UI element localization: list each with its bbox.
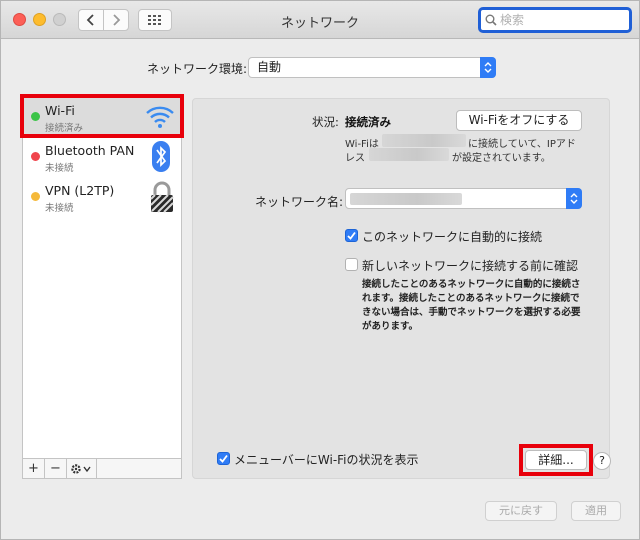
bluetooth-icon <box>152 141 170 172</box>
service-item-vpn-l2tp[interactable]: VPN (L2TP) 未接続 <box>23 177 181 217</box>
gear-icon <box>70 463 91 474</box>
service-status: 未接続 <box>45 203 74 214</box>
remove-service-button[interactable]: − <box>45 459 67 478</box>
show-in-menubar-label[interactable]: メニューバーにWi-Fiの状況を表示 <box>234 451 419 468</box>
ask-to-join-checkbox[interactable] <box>345 258 358 271</box>
service-list: Wi-Fi 接続済み Bluetooth PAN 未接続 VPN (L2TP) … <box>22 96 182 459</box>
search-input[interactable] <box>500 13 620 27</box>
redacted-network-name <box>382 134 466 147</box>
status-label: 状況: <box>312 115 339 129</box>
redacted-ip-address <box>369 148 449 161</box>
title-bar: ネットワーク <box>1 1 639 39</box>
network-preferences-window: ネットワーク ネットワーク環境: 自動 Wi-Fi 接続済み Blue <box>0 0 640 540</box>
turn-wifi-off-button[interactable]: Wi-Fiをオフにする <box>456 110 582 131</box>
service-status: 未接続 <box>45 163 74 174</box>
status-description-part3: レス <box>345 153 365 164</box>
apply-button[interactable]: 適用 <box>571 501 621 521</box>
search-icon <box>485 14 497 26</box>
show-in-menubar-checkbox[interactable] <box>217 452 230 465</box>
network-name-select[interactable] <box>345 188 582 209</box>
add-service-button[interactable]: + <box>23 459 45 478</box>
service-list-toolbar: + − <box>22 459 182 479</box>
help-button[interactable]: ? <box>593 452 611 470</box>
ask-to-join-label[interactable]: 新しいネットワークに接続する前に確認 <box>362 257 578 274</box>
status-value: 接続済み <box>345 115 391 129</box>
status-description-part4: が設定されています。 <box>452 153 551 164</box>
updown-arrows-icon <box>566 188 582 209</box>
ask-to-join-help-text: 接続したことのあるネットワークに自動的に接続されます。接続したことのあるネットワ… <box>362 279 581 332</box>
service-item-bluetooth-pan[interactable]: Bluetooth PAN 未接続 <box>23 137 181 177</box>
advanced-highlight-box <box>519 444 593 476</box>
checkmark-icon <box>347 231 356 240</box>
location-label: ネットワーク環境: <box>147 62 248 76</box>
search-field[interactable] <box>478 7 632 33</box>
network-name-label: ネットワーク名: <box>255 195 344 209</box>
location-value: 自動 <box>257 60 282 74</box>
wifi-highlight-box <box>20 94 184 138</box>
checkmark-icon <box>219 454 228 463</box>
updown-arrows-icon <box>480 57 496 78</box>
redacted-ssid <box>350 193 462 205</box>
status-dot <box>31 192 40 201</box>
action-menu-button[interactable] <box>67 459 97 478</box>
lock-icon <box>150 181 174 213</box>
auto-join-checkbox[interactable] <box>345 229 358 242</box>
revert-button[interactable]: 元に戻す <box>485 501 557 521</box>
service-name: VPN (L2TP) <box>45 183 115 198</box>
status-description-part2: に接続していて、IPアド <box>468 139 576 150</box>
status-dot <box>31 152 40 161</box>
service-name: Bluetooth PAN <box>45 143 135 158</box>
location-select[interactable]: 自動 <box>248 57 496 78</box>
auto-join-label[interactable]: このネットワークに自動的に接続 <box>362 228 542 245</box>
